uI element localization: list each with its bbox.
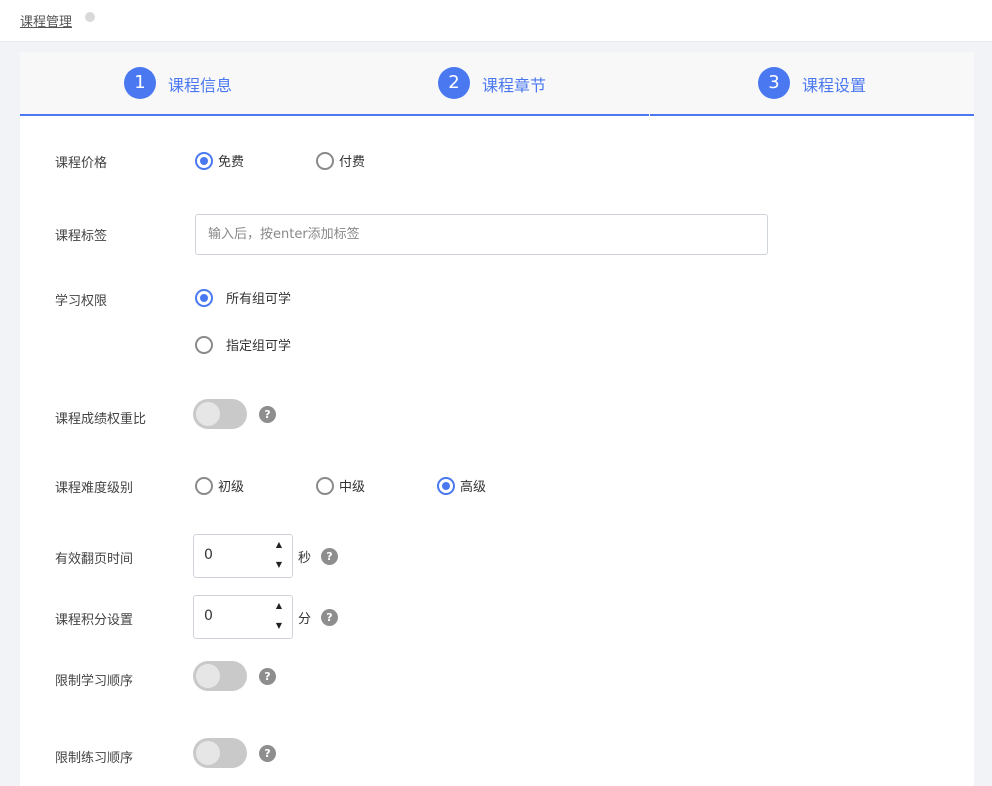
- difficulty-intermediate-radio[interactable]: 中级: [316, 476, 365, 495]
- difficulty-beginner-radio[interactable]: 初级: [195, 476, 244, 495]
- practice-order-toggle[interactable]: [193, 738, 247, 768]
- access-all-groups-radio[interactable]: 所有组可学: [195, 288, 291, 307]
- caret-up-icon[interactable]: ▲: [273, 600, 285, 612]
- top-bar: 课程管理: [0, 0, 992, 42]
- price-label: 课程价格: [55, 156, 108, 171]
- points-stepper[interactable]: 0 ▲ ▼: [193, 595, 293, 639]
- points-label: 课程积分设置: [55, 613, 134, 628]
- difficulty-advanced-radio[interactable]: 高级: [437, 476, 486, 495]
- study-order-label: 限制学习顺序: [55, 674, 134, 689]
- tags-label: 课程标签: [55, 229, 108, 244]
- price-paid-radio[interactable]: 付费: [316, 151, 365, 170]
- step-progress-line: [20, 114, 649, 116]
- breadcrumb[interactable]: 课程管理: [20, 11, 72, 30]
- grade-weight-toggle[interactable]: [193, 399, 247, 429]
- tab-course-settings[interactable]: 3 课程设置: [656, 52, 974, 116]
- question-circle-icon[interactable]: ?: [259, 668, 276, 685]
- radio-icon: [316, 151, 334, 170]
- radio-icon: [195, 476, 213, 495]
- access-specified-groups-radio[interactable]: 指定组可学: [195, 335, 291, 354]
- radio-icon: [316, 476, 334, 495]
- radio-icon: [195, 335, 213, 354]
- toggle-knob: [196, 664, 220, 688]
- radio-label: 所有组可学: [226, 292, 292, 307]
- step-label: 课程设置: [802, 76, 867, 95]
- stepper-value: 0: [204, 547, 213, 563]
- radio-label: 免费: [218, 155, 245, 170]
- toggle-knob: [196, 402, 220, 426]
- question-circle-icon[interactable]: ?: [321, 609, 338, 626]
- radio-icon: [195, 288, 213, 307]
- toggle-knob: [196, 741, 220, 765]
- question-circle-icon[interactable]: ?: [259, 745, 276, 762]
- caret-down-icon[interactable]: ▼: [273, 620, 285, 632]
- step-number: 1: [124, 67, 156, 99]
- question-circle-icon[interactable]: ?: [321, 548, 338, 565]
- grade-weight-label: 课程成绩权重比: [55, 412, 147, 427]
- tab-course-chapters[interactable]: 2 课程章节: [338, 52, 656, 116]
- step-number: 2: [438, 67, 470, 99]
- points-unit: 分: [298, 612, 312, 627]
- radio-label: 指定组可学: [226, 339, 292, 354]
- step-progress-line: [650, 114, 974, 116]
- price-free-radio[interactable]: 免费: [195, 151, 244, 170]
- practice-order-label: 限制练习顺序: [55, 751, 134, 766]
- page-time-unit: 秒: [298, 551, 312, 566]
- radio-label: 高级: [460, 480, 487, 495]
- question-circle-icon[interactable]: ?: [259, 406, 276, 423]
- step-tabs: 1 课程信息 2 课程章节 3 课程设置: [20, 52, 974, 116]
- caret-up-icon[interactable]: ▲: [273, 539, 285, 551]
- course-edit-panel: 1 课程信息 2 课程章节 3 课程设置 课程价格 免费 付费 课程标签 学习权…: [20, 52, 974, 786]
- tab-course-info[interactable]: 1 课程信息: [20, 52, 338, 116]
- study-order-toggle[interactable]: [193, 661, 247, 691]
- radio-label: 中级: [339, 480, 366, 495]
- radio-icon: [437, 476, 455, 495]
- stepper-value: 0: [204, 608, 213, 624]
- radio-label: 初级: [218, 480, 245, 495]
- step-number: 3: [758, 67, 790, 99]
- breadcrumb-dot-icon: [85, 12, 95, 22]
- radio-icon: [195, 151, 213, 170]
- difficulty-label: 课程难度级别: [55, 481, 134, 496]
- step-label: 课程章节: [482, 76, 547, 95]
- access-label: 学习权限: [55, 294, 108, 309]
- radio-label: 付费: [339, 155, 366, 170]
- step-label: 课程信息: [168, 76, 233, 95]
- tags-input[interactable]: [195, 214, 768, 255]
- page-time-stepper[interactable]: 0 ▲ ▼: [193, 534, 293, 578]
- caret-down-icon[interactable]: ▼: [273, 559, 285, 571]
- page-time-label: 有效翻页时间: [55, 552, 134, 567]
